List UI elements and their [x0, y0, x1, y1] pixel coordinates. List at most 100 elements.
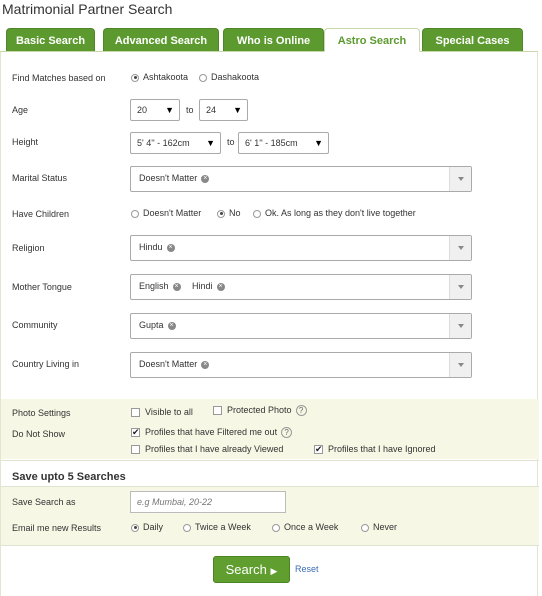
- radio-control[interactable]: [361, 523, 369, 532]
- radio-dashakoota-label: Dashakoota: [211, 72, 260, 82]
- chevron-down-icon[interactable]: [449, 167, 471, 191]
- radio-label: Twice a Week: [195, 522, 251, 532]
- radio-email-never[interactable]: Never: [361, 522, 397, 532]
- checkbox-filtered-me-out[interactable]: Profiles that have Filtered me out?: [131, 427, 293, 439]
- radio-email-twice-a-week[interactable]: Twice a Week: [183, 522, 251, 532]
- save-searches-heading: Save upto 5 Searches: [12, 471, 126, 483]
- radio-email-once-a-week[interactable]: Once a Week: [272, 522, 338, 532]
- chevron-down-icon: ▼: [206, 138, 215, 148]
- chip-doesnt-matter[interactable]: Doesn't Matter ×: [139, 359, 210, 369]
- age-label: Age: [12, 105, 29, 115]
- radio-children-no[interactable]: No: [217, 208, 241, 218]
- radio-ashtakoota-control[interactable]: [131, 73, 139, 82]
- radio-dashakoota[interactable]: Dashakoota: [199, 72, 259, 82]
- chip-label: English: [139, 281, 169, 291]
- checkbox-control[interactable]: [131, 408, 140, 418]
- marital-status-multiselect[interactable]: Doesn't Matter ×: [130, 166, 472, 192]
- chip-hindu[interactable]: Hindu ×: [139, 242, 175, 252]
- radio-control[interactable]: [272, 523, 280, 532]
- reset-link[interactable]: Reset: [295, 564, 319, 574]
- search-tabs: Basic Search Advanced Search Who is Onli…: [6, 28, 538, 52]
- save-search-input[interactable]: [130, 491, 286, 513]
- age-from-select[interactable]: 20 ▼: [130, 99, 180, 121]
- search-button-label: Search: [225, 562, 267, 577]
- height-to-select[interactable]: 6' 1'' - 185cm ▼: [238, 132, 329, 154]
- height-from-select[interactable]: 5' 4'' - 162cm ▼: [130, 132, 221, 154]
- remove-icon[interactable]: ×: [166, 243, 175, 252]
- chevron-down-icon[interactable]: [449, 275, 471, 299]
- mother-tongue-multiselect[interactable]: English × Hindi ×: [130, 274, 472, 300]
- page-title: Matrimonial Partner Search: [2, 1, 173, 17]
- checkbox-label: Profiles that I have Ignored: [328, 444, 436, 454]
- radio-control[interactable]: [253, 209, 261, 218]
- chip-english[interactable]: English ×: [139, 281, 181, 291]
- checkbox-label: Visible to all: [145, 407, 193, 417]
- help-icon[interactable]: ?: [281, 427, 293, 439]
- chevron-down-icon[interactable]: [449, 353, 471, 377]
- radio-ashtakoota-label: Ashtakoota: [143, 72, 189, 82]
- checkbox-protected-photo[interactable]: Protected Photo?: [213, 405, 307, 417]
- remove-icon[interactable]: ×: [216, 282, 225, 291]
- checkbox-already-viewed[interactable]: Profiles that I have already Viewed: [131, 444, 283, 455]
- checkbox-ignored[interactable]: Profiles that I have Ignored: [314, 444, 436, 455]
- tab-astro-search[interactable]: Astro Search: [324, 28, 420, 52]
- chevron-down-icon[interactable]: [449, 236, 471, 260]
- radio-label: Ok. As long as they don't live together: [265, 208, 416, 218]
- radio-control[interactable]: [217, 209, 225, 218]
- age-to-value: 24: [206, 105, 217, 115]
- remove-icon[interactable]: ×: [201, 360, 210, 369]
- checkbox-control[interactable]: [314, 444, 323, 455]
- age-to-label: to: [186, 105, 194, 115]
- checkbox-control[interactable]: [131, 445, 140, 455]
- radio-label: Once a Week: [284, 522, 339, 532]
- chip-doesnt-matter[interactable]: Doesn't Matter ×: [139, 173, 210, 183]
- search-form-panel: Find Matches based on Ashtakoota Dashako…: [0, 52, 539, 596]
- radio-control[interactable]: [131, 209, 139, 218]
- radio-dashakoota-control[interactable]: [199, 73, 207, 82]
- chip-hindi[interactable]: Hindi ×: [192, 281, 225, 291]
- remove-icon[interactable]: ×: [172, 282, 181, 291]
- checkbox-control[interactable]: [213, 406, 222, 416]
- help-icon[interactable]: ?: [295, 405, 307, 417]
- chip-label: Doesn't Matter: [139, 173, 198, 183]
- photo-settings-label: Photo Settings: [12, 408, 71, 418]
- email-results-label: Email me new Results: [12, 523, 102, 533]
- radio-children-doesnt-matter[interactable]: Doesn't Matter: [131, 208, 201, 218]
- search-button[interactable]: Search ▶: [213, 556, 290, 583]
- tab-who-is-online[interactable]: Who is Online: [223, 28, 324, 52]
- do-not-show-label: Do Not Show: [12, 429, 66, 439]
- chevron-down-icon[interactable]: [449, 314, 471, 338]
- chip-label: Doesn't Matter: [139, 359, 198, 369]
- religion-multiselect[interactable]: Hindu ×: [130, 235, 472, 261]
- tab-basic-search[interactable]: Basic Search: [6, 28, 95, 52]
- remove-icon[interactable]: ×: [201, 174, 210, 183]
- checkbox-label: Protected Photo: [227, 405, 292, 415]
- tab-special-cases[interactable]: Special Cases: [422, 28, 523, 52]
- chip-gupta[interactable]: Gupta ×: [139, 320, 176, 330]
- radio-ashtakoota[interactable]: Ashtakoota: [131, 72, 188, 82]
- chip-label: Hindu: [139, 242, 163, 252]
- height-to-value: 6' 1'' - 185cm: [245, 138, 298, 148]
- have-children-label: Have Children: [12, 209, 70, 219]
- radio-label: Never: [373, 522, 398, 532]
- chip-label: Hindi: [192, 281, 213, 291]
- community-multiselect[interactable]: Gupta ×: [130, 313, 472, 339]
- radio-control[interactable]: [131, 523, 139, 532]
- checkbox-control[interactable]: [131, 427, 140, 438]
- radio-email-daily[interactable]: Daily: [131, 522, 163, 532]
- remove-icon[interactable]: ×: [167, 321, 176, 330]
- age-from-value: 20: [137, 105, 148, 115]
- age-to-select[interactable]: 24 ▼: [199, 99, 248, 121]
- radio-control[interactable]: [183, 523, 191, 532]
- tab-advanced-search[interactable]: Advanced Search: [103, 28, 219, 52]
- checkbox-visible-to-all[interactable]: Visible to all: [131, 407, 193, 418]
- country-multiselect[interactable]: Doesn't Matter ×: [130, 352, 472, 378]
- height-label: Height: [12, 137, 39, 147]
- radio-children-ok[interactable]: Ok. As long as they don't live together: [253, 208, 416, 218]
- arrow-right-icon: ▶: [270, 566, 278, 576]
- community-label: Community: [12, 320, 58, 330]
- find-matches-label: Find Matches based on: [12, 73, 106, 83]
- religion-label: Religion: [12, 243, 45, 253]
- chevron-down-icon: ▼: [314, 138, 323, 148]
- radio-label: No: [229, 208, 241, 218]
